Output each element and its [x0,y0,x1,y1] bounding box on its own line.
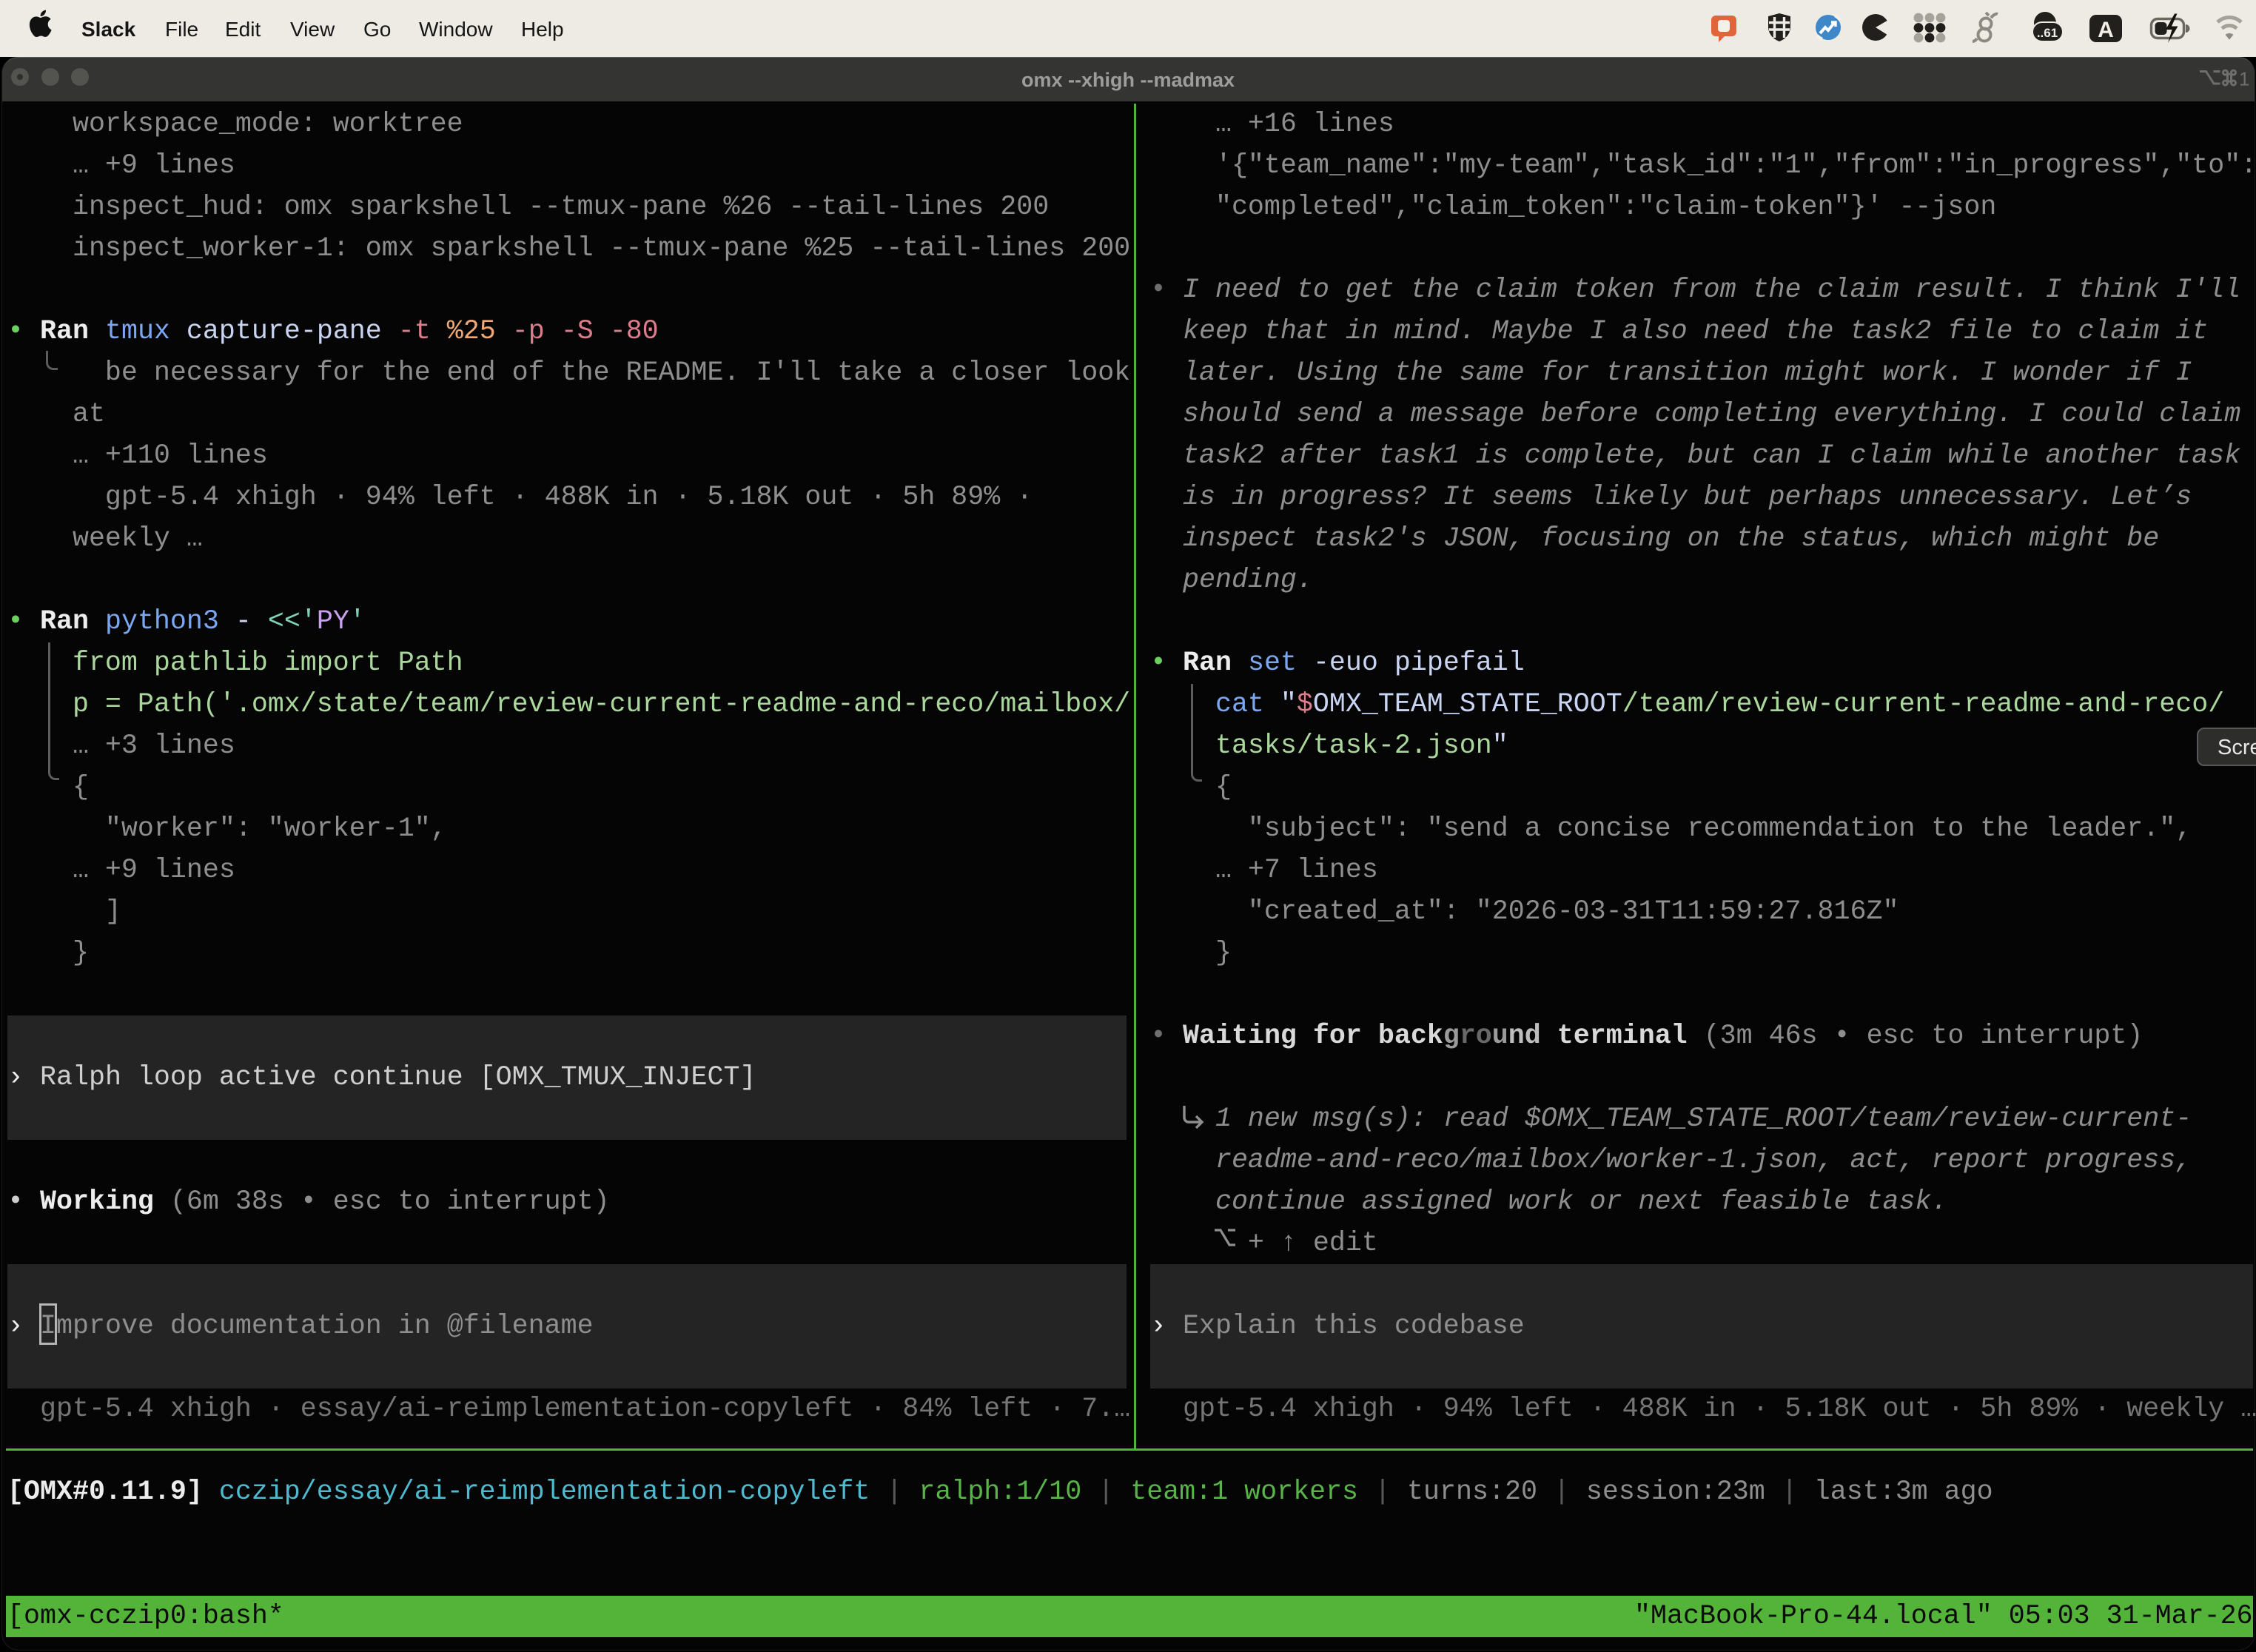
svg-text:1: 1 [2239,68,2249,90]
svg-text:A: A [2098,18,2114,42]
svg-text:..61: ..61 [2037,26,2058,40]
